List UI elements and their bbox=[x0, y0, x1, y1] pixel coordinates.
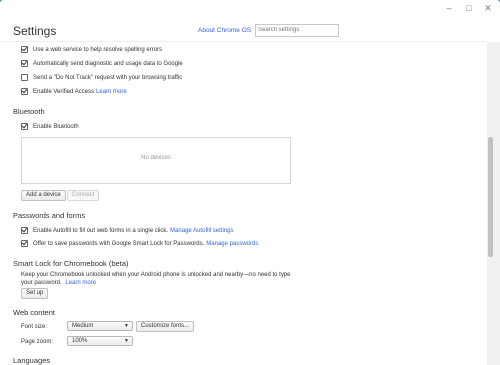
smart-lock-description: Keep your Chromebook unlocked when your … bbox=[21, 271, 291, 287]
font-size-label: Font size: bbox=[21, 324, 48, 330]
languages-heading: Languages bbox=[13, 356, 51, 365]
do-not-track-option[interactable]: Send a "Do Not Track" request with your … bbox=[21, 74, 182, 81]
font-size-select[interactable]: Medium ▼ bbox=[67, 321, 133, 331]
enable-bluetooth-checkbox[interactable] bbox=[21, 123, 28, 130]
search-input[interactable] bbox=[255, 24, 339, 37]
page-zoom-value: 100% bbox=[72, 338, 88, 344]
autofill-label: Enable Autofill to fill out web forms in… bbox=[33, 227, 169, 234]
page-zoom-label: Page zoom: bbox=[21, 339, 54, 345]
smart-lock-learn-more-link[interactable]: Learn more bbox=[65, 280, 96, 286]
settings-header: Settings About Chrome OS bbox=[0, 18, 500, 40]
autofill-checkbox[interactable] bbox=[21, 227, 28, 234]
verified-access-label: Enable Verified Access bbox=[33, 88, 95, 95]
window-titlebar: – □ ✕ bbox=[0, 0, 500, 18]
page-zoom-select[interactable]: 100% ▼ bbox=[67, 336, 133, 346]
enable-bluetooth-option[interactable]: Enable Bluetooth bbox=[21, 123, 79, 130]
page-title: Settings bbox=[13, 24, 57, 38]
manage-autofill-link[interactable]: Manage Autofill settings bbox=[170, 228, 233, 234]
close-icon[interactable]: ✕ bbox=[482, 2, 494, 14]
do-not-track-label: Send a "Do Not Track" request with your … bbox=[33, 74, 183, 81]
connect-button[interactable]: Connect bbox=[67, 190, 100, 201]
diagnostic-data-option[interactable]: Automatically send diagnostic and usage … bbox=[21, 60, 183, 67]
bluetooth-device-list: No devices bbox=[21, 137, 291, 184]
spelling-service-label: Use a web service to help resolve spelli… bbox=[33, 46, 163, 53]
save-passwords-checkbox[interactable] bbox=[21, 240, 28, 247]
smart-lock-heading: Smart Lock for Chromebook (beta) bbox=[13, 259, 129, 268]
settings-window: – □ ✕ Settings About Chrome OS Use a web… bbox=[0, 0, 500, 365]
no-devices-text: No devices bbox=[141, 155, 171, 161]
smart-lock-setup-button[interactable]: Set up bbox=[21, 288, 49, 299]
chevron-down-icon: ▼ bbox=[124, 338, 129, 344]
spelling-service-option[interactable]: Use a web service to help resolve spelli… bbox=[21, 46, 162, 53]
verified-access-option[interactable]: Enable Verified Access Learn more bbox=[21, 88, 127, 95]
smart-lock-description-text: Keep your Chromebook unlocked when your … bbox=[21, 272, 291, 286]
passwords-heading: Passwords and forms bbox=[13, 211, 86, 220]
web-content-heading: Web content bbox=[13, 308, 55, 317]
enable-bluetooth-label: Enable Bluetooth bbox=[33, 123, 79, 130]
verified-access-learn-more-link[interactable]: Learn more bbox=[96, 89, 127, 95]
verified-access-checkbox[interactable] bbox=[21, 88, 28, 95]
diagnostic-data-checkbox[interactable] bbox=[21, 60, 28, 67]
add-device-button[interactable]: Add a device bbox=[21, 190, 66, 201]
scrollbar[interactable] bbox=[487, 42, 500, 365]
customize-fonts-button[interactable]: Customize fonts... bbox=[136, 321, 195, 332]
manage-passwords-link[interactable]: Manage passwords bbox=[206, 241, 258, 247]
save-passwords-option[interactable]: Offer to save passwords with Google Smar… bbox=[21, 240, 258, 247]
bluetooth-heading: Bluetooth bbox=[13, 107, 45, 116]
scrollbar-thumb[interactable] bbox=[488, 137, 493, 257]
about-chrome-os-link[interactable]: About Chrome OS bbox=[198, 27, 251, 34]
maximize-icon[interactable]: □ bbox=[463, 2, 475, 14]
autofill-option[interactable]: Enable Autofill to fill out web forms in… bbox=[21, 227, 233, 234]
spelling-service-checkbox[interactable] bbox=[21, 46, 28, 53]
save-passwords-label: Offer to save passwords with Google Smar… bbox=[33, 240, 205, 247]
settings-content: Use a web service to help resolve spelli… bbox=[0, 42, 487, 365]
diagnostic-data-label: Automatically send diagnostic and usage … bbox=[33, 60, 183, 67]
chevron-down-icon: ▼ bbox=[124, 323, 129, 329]
minimize-icon[interactable]: – bbox=[443, 2, 455, 14]
font-size-value: Medium bbox=[72, 323, 94, 329]
do-not-track-checkbox[interactable] bbox=[21, 74, 28, 81]
